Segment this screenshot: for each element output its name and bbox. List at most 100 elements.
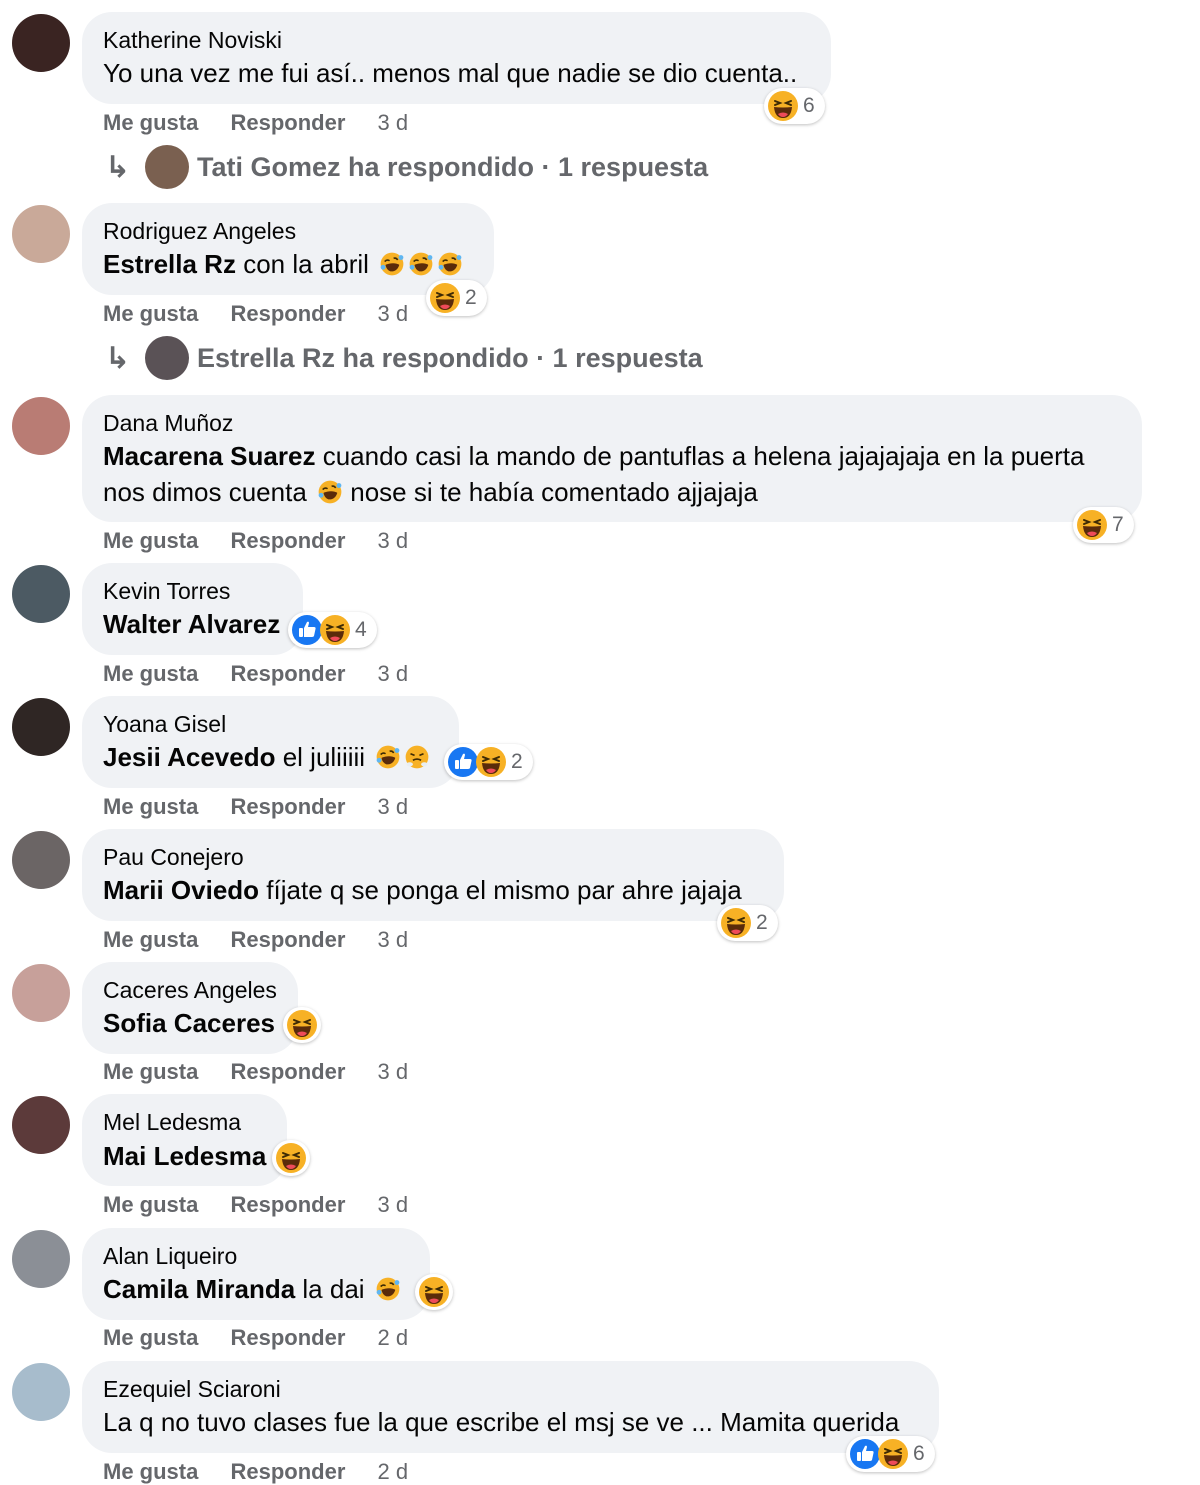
comment-text: Walter Alvarez bbox=[103, 606, 280, 642]
reaction-count: 2 bbox=[465, 286, 477, 309]
timestamp[interactable]: 2 d bbox=[378, 1459, 409, 1484]
comment-author[interactable]: Caceres Angeles bbox=[103, 977, 277, 1004]
reply-summary-text: Estrella Rz ha respondido · 1 respuesta bbox=[197, 342, 703, 373]
like-button[interactable]: Me gusta bbox=[103, 110, 198, 135]
like-button[interactable]: Me gusta bbox=[103, 528, 198, 553]
avatar[interactable] bbox=[12, 205, 70, 263]
comment-bubble: Yoana Gisel Jesii Acevedo el juliiiii bbox=[82, 696, 459, 788]
haha-reaction-icon bbox=[418, 1276, 450, 1308]
comment-text: La q no tuvo clases fue la que escribe e… bbox=[103, 1407, 900, 1437]
reply-button[interactable]: Responder bbox=[230, 301, 345, 326]
reply-button[interactable]: Responder bbox=[230, 528, 345, 553]
reaction-summary[interactable]: 2 bbox=[444, 744, 533, 780]
avatar[interactable] bbox=[12, 1096, 70, 1154]
comment-text: Camila Miranda la dai bbox=[103, 1271, 401, 1307]
reply-button[interactable]: Responder bbox=[230, 927, 345, 952]
reply-button[interactable]: Responder bbox=[230, 1325, 345, 1350]
avatar[interactable] bbox=[12, 964, 70, 1022]
comment-author[interactable]: Katherine Noviski bbox=[103, 27, 282, 54]
comment-text: Macarena Suarez cuando casi la mando de … bbox=[103, 441, 1085, 507]
like-button[interactable]: Me gusta bbox=[103, 794, 198, 819]
mention-link[interactable]: Sofia Caceres bbox=[103, 1008, 275, 1038]
reply-button[interactable]: Responder bbox=[230, 794, 345, 819]
comment-bubble: Katherine Noviski Yo una vez me fui así.… bbox=[82, 12, 831, 104]
reaction-summary[interactable]: 6 bbox=[846, 1436, 935, 1472]
mention-link[interactable]: Camila Miranda bbox=[103, 1274, 295, 1304]
mention-link[interactable]: Marii Oviedo bbox=[103, 875, 259, 905]
comment-text: Mai Ledesma bbox=[103, 1138, 266, 1174]
rolling-laughing-emoji bbox=[437, 251, 463, 277]
comment-author[interactable]: Mel Ledesma bbox=[103, 1109, 241, 1136]
reply-button[interactable]: Responder bbox=[230, 1192, 345, 1217]
avatar[interactable] bbox=[12, 1363, 70, 1421]
timestamp[interactable]: 3 d bbox=[378, 1192, 409, 1217]
huffing-emoji bbox=[404, 744, 430, 770]
view-replies-link[interactable]: ↳ Estrella Rz ha respondido · 1 respuest… bbox=[105, 336, 703, 380]
timestamp[interactable]: 3 d bbox=[378, 661, 409, 686]
timestamp[interactable]: 3 d bbox=[378, 110, 409, 135]
avatar[interactable] bbox=[12, 831, 70, 889]
reaction-count: 2 bbox=[511, 750, 523, 773]
avatar[interactable] bbox=[12, 565, 70, 623]
timestamp[interactable]: 3 d bbox=[378, 1059, 409, 1084]
timestamp[interactable]: 3 d bbox=[378, 301, 409, 326]
timestamp[interactable]: 3 d bbox=[378, 927, 409, 952]
comment-author[interactable]: Rodriguez Angeles bbox=[103, 218, 296, 245]
avatar[interactable] bbox=[12, 397, 70, 455]
reaction-summary[interactable]: 7 bbox=[1073, 507, 1134, 543]
comment-bubble: Ezequiel Sciaroni La q no tuvo clases fu… bbox=[82, 1361, 939, 1453]
like-button[interactable]: Me gusta bbox=[103, 301, 198, 326]
reaction-count: 6 bbox=[913, 1442, 925, 1465]
rolling-laughing-emoji bbox=[408, 251, 434, 277]
comment-bubble: Mel Ledesma Mai Ledesma bbox=[82, 1094, 287, 1186]
like-button[interactable]: Me gusta bbox=[103, 1059, 198, 1084]
like-button[interactable]: Me gusta bbox=[103, 1459, 198, 1484]
comment-text: Yo una vez me fui así.. menos mal que na… bbox=[103, 58, 798, 88]
reaction-summary[interactable] bbox=[283, 1007, 321, 1043]
comment-text: Sofia Caceres bbox=[103, 1005, 275, 1041]
avatar[interactable] bbox=[12, 698, 70, 756]
like-button[interactable]: Me gusta bbox=[103, 661, 198, 686]
avatar bbox=[145, 336, 189, 380]
timestamp[interactable]: 2 d bbox=[378, 1325, 409, 1350]
mention-link[interactable]: Macarena Suarez bbox=[103, 441, 315, 471]
like-button[interactable]: Me gusta bbox=[103, 1192, 198, 1217]
avatar[interactable] bbox=[12, 1230, 70, 1288]
mention-link[interactable]: Jesii Acevedo bbox=[103, 742, 275, 772]
rolling-laughing-emoji bbox=[375, 744, 401, 770]
reply-button[interactable]: Responder bbox=[230, 110, 345, 135]
comment-author[interactable]: Ezequiel Sciaroni bbox=[103, 1376, 281, 1403]
like-button[interactable]: Me gusta bbox=[103, 1325, 198, 1350]
reply-arrow-icon: ↳ bbox=[105, 150, 131, 184]
haha-reaction-icon bbox=[286, 1009, 318, 1041]
reaction-count: 4 bbox=[355, 618, 367, 641]
comment-author[interactable]: Yoana Gisel bbox=[103, 711, 226, 738]
reaction-summary[interactable]: 6 bbox=[764, 88, 825, 124]
view-replies-link[interactable]: ↳ Tati Gomez ha respondido · 1 respuesta bbox=[105, 145, 708, 189]
rolling-laughing-emoji bbox=[375, 1276, 401, 1302]
reply-button[interactable]: Responder bbox=[230, 1459, 345, 1484]
reply-button[interactable]: Responder bbox=[230, 1059, 345, 1084]
reaction-summary[interactable]: 2 bbox=[717, 905, 778, 941]
reply-button[interactable]: Responder bbox=[230, 661, 345, 686]
reaction-summary[interactable] bbox=[272, 1140, 310, 1176]
comment-text: Estrella Rz con la abril bbox=[103, 246, 463, 282]
mention-link[interactable]: Walter Alvarez bbox=[103, 609, 280, 639]
reaction-summary[interactable]: 4 bbox=[288, 612, 377, 648]
timestamp[interactable]: 3 d bbox=[378, 528, 409, 553]
comment-author[interactable]: Alan Liqueiro bbox=[103, 1243, 237, 1270]
haha-reaction-icon bbox=[877, 1438, 909, 1470]
mention-link[interactable]: Mai Ledesma bbox=[103, 1141, 266, 1171]
reply-arrow-icon: ↳ bbox=[105, 341, 131, 375]
timestamp[interactable]: 3 d bbox=[378, 794, 409, 819]
avatar[interactable] bbox=[12, 14, 70, 72]
comment-author[interactable]: Kevin Torres bbox=[103, 578, 230, 605]
comment-author[interactable]: Dana Muñoz bbox=[103, 410, 233, 437]
mention-link[interactable]: Estrella Rz bbox=[103, 249, 236, 279]
reaction-summary[interactable]: 2 bbox=[426, 280, 487, 316]
comment-text: Marii Oviedo fíjate q se ponga el mismo … bbox=[103, 875, 742, 905]
reaction-summary[interactable] bbox=[415, 1274, 453, 1310]
haha-reaction-icon bbox=[1076, 509, 1108, 541]
like-button[interactable]: Me gusta bbox=[103, 927, 198, 952]
comment-author[interactable]: Pau Conejero bbox=[103, 844, 244, 871]
